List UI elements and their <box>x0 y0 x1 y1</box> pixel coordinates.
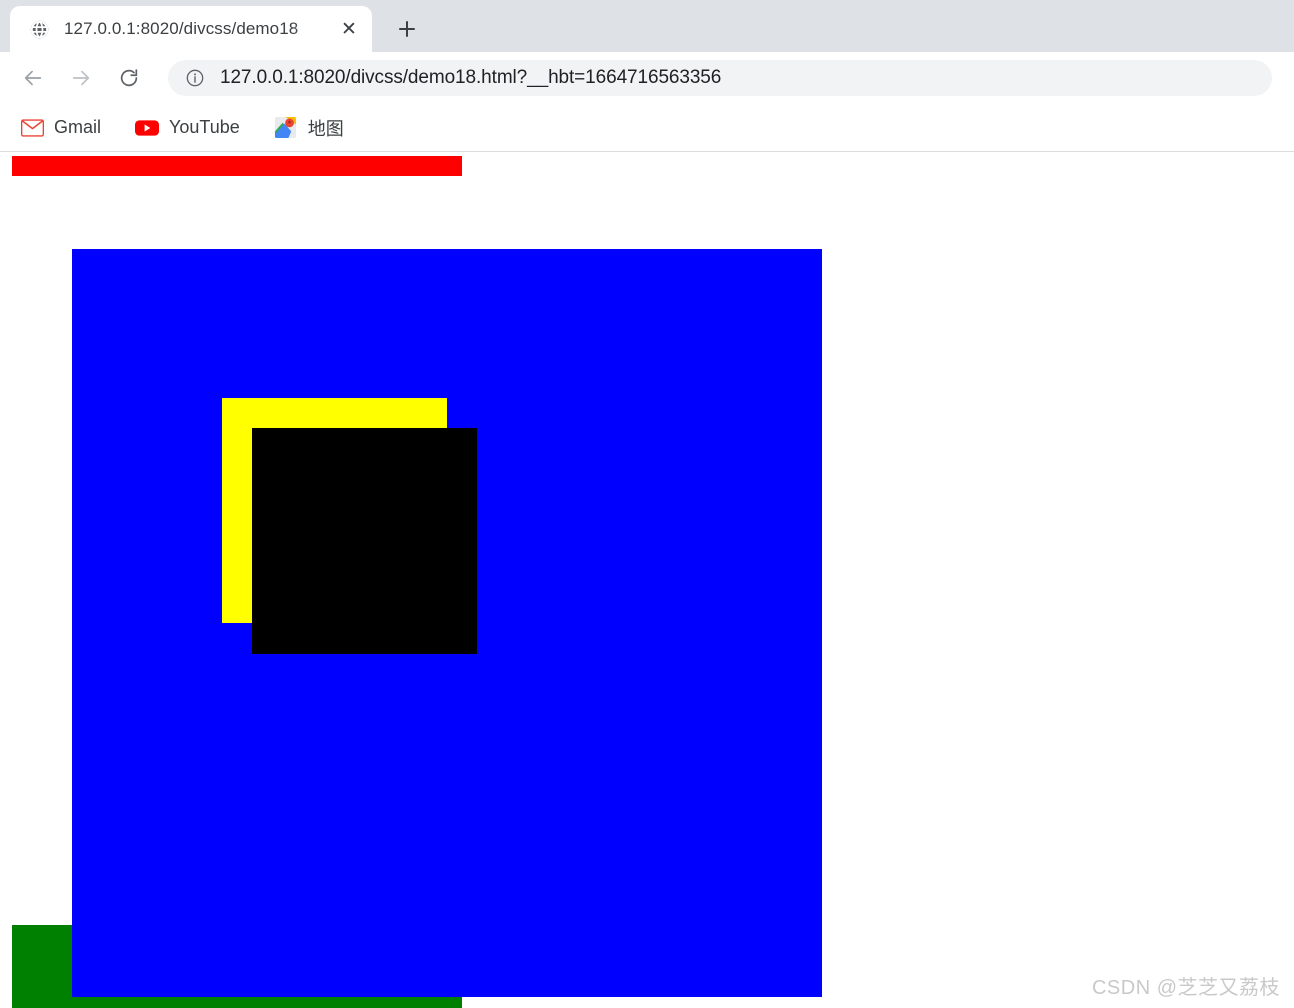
reload-icon <box>120 69 138 87</box>
black-box <box>252 428 477 654</box>
back-button[interactable] <box>14 59 52 97</box>
bookmark-label: YouTube <box>169 117 240 137</box>
youtube-icon <box>135 116 160 140</box>
browser-toolbar: 127.0.0.1:8020/divcss/demo18.html?__hbt=… <box>0 52 1294 104</box>
watermark: CSDN @芝芝又荔枝 <box>1091 977 1280 999</box>
back-arrow-icon <box>24 70 42 86</box>
close-icon[interactable]: ✕ <box>336 16 362 42</box>
forward-button[interactable] <box>62 59 100 97</box>
gmail-icon <box>20 116 44 140</box>
address-bar[interactable]: 127.0.0.1:8020/divcss/demo18.html?__hbt=… <box>168 60 1272 96</box>
tab-title: 127.0.0.1:8020/divcss/demo18 <box>64 19 299 38</box>
bookmarks-bar: Gmail YouTube 地图 <box>0 104 1294 152</box>
bookmark-maps[interactable]: 地图 <box>272 111 346 145</box>
plus-icon <box>399 21 415 37</box>
reload-button[interactable] <box>110 59 148 97</box>
red-box <box>12 156 462 176</box>
browser-window: 127.0.0.1:8020/divcss/demo18 ✕ 127.0.0.1… <box>0 0 1294 1008</box>
bookmark-label: Gmail <box>54 117 102 137</box>
tab-strip: 127.0.0.1:8020/divcss/demo18 ✕ <box>0 0 1294 52</box>
bookmark-gmail[interactable]: Gmail <box>18 112 103 144</box>
forward-arrow-icon <box>72 70 90 86</box>
page-viewport: CSDN @芝芝又荔枝 <box>0 153 1294 1008</box>
browser-tab[interactable]: 127.0.0.1:8020/divcss/demo18 ✕ <box>10 6 372 52</box>
info-circle-icon[interactable] <box>184 67 206 89</box>
bookmark-label: 地图 <box>307 118 344 139</box>
bookmark-youtube[interactable]: YouTube <box>133 112 242 144</box>
url-text[interactable]: 127.0.0.1:8020/divcss/demo18.html?__hbt=… <box>220 67 721 89</box>
google-maps-icon <box>274 116 298 140</box>
globe-icon <box>28 18 50 40</box>
new-tab-button[interactable] <box>386 8 428 50</box>
